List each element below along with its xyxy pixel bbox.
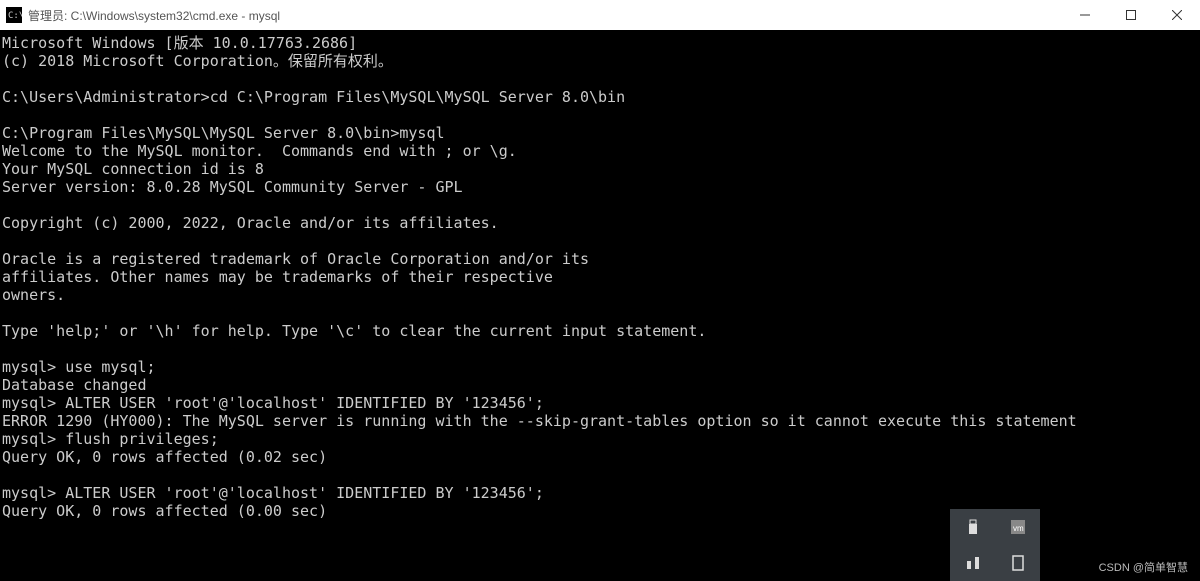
maximize-button[interactable] — [1108, 0, 1154, 30]
terminal-line: mysql> use mysql; — [2, 358, 1198, 376]
terminal-line: Type 'help;' or '\h' for help. Type '\c'… — [2, 322, 1198, 340]
terminal-line — [2, 304, 1198, 322]
watermark: CSDN @简单智慧 — [1099, 559, 1188, 575]
terminal-line — [2, 232, 1198, 250]
terminal-line: mysql> ALTER USER 'root'@'localhost' IDE… — [2, 484, 1198, 502]
window-titlebar: C:\ 管理员: C:\Windows\system32\cmd.exe - m… — [0, 0, 1200, 30]
close-button[interactable] — [1154, 0, 1200, 30]
terminal-line: affiliates. Other names may be trademark… — [2, 268, 1198, 286]
terminal-line: Welcome to the MySQL monitor. Commands e… — [2, 142, 1198, 160]
system-tray: vm — [950, 509, 1040, 581]
svg-text:C:\: C:\ — [8, 11, 22, 21]
svg-text:vm: vm — [1013, 524, 1024, 533]
minimize-button[interactable] — [1062, 0, 1108, 30]
terminal-line: Server version: 8.0.28 MySQL Community S… — [2, 178, 1198, 196]
cmd-icon: C:\ — [6, 7, 22, 23]
terminal-line: Copyright (c) 2000, 2022, Oracle and/or … — [2, 214, 1198, 232]
usb-icon[interactable] — [950, 509, 995, 545]
tray-icon-3[interactable] — [950, 545, 995, 581]
terminal-line: mysql> flush privileges; — [2, 430, 1198, 448]
terminal-line: Microsoft Windows [版本 10.0.17763.2686] — [2, 34, 1198, 52]
terminal-line: C:\Program Files\MySQL\MySQL Server 8.0\… — [2, 124, 1198, 142]
terminal-line: Your MySQL connection id is 8 — [2, 160, 1198, 178]
window-title: 管理员: C:\Windows\system32\cmd.exe - mysql — [28, 7, 1062, 24]
terminal-line: mysql> ALTER USER 'root'@'localhost' IDE… — [2, 394, 1198, 412]
terminal-line — [2, 466, 1198, 484]
terminal-output[interactable]: Microsoft Windows [版本 10.0.17763.2686](c… — [0, 30, 1200, 524]
terminal-line — [2, 70, 1198, 88]
tray-icon-4[interactable] — [995, 545, 1040, 581]
terminal-line: ERROR 1290 (HY000): The MySQL server is … — [2, 412, 1198, 430]
terminal-line: Oracle is a registered trademark of Orac… — [2, 250, 1198, 268]
terminal-line — [2, 106, 1198, 124]
terminal-line: owners. — [2, 286, 1198, 304]
terminal-line: (c) 2018 Microsoft Corporation。保留所有权利。 — [2, 52, 1198, 70]
vm-icon[interactable]: vm — [995, 509, 1040, 545]
terminal-line: Query OK, 0 rows affected (0.02 sec) — [2, 448, 1198, 466]
terminal-line: Database changed — [2, 376, 1198, 394]
window-controls — [1062, 0, 1200, 30]
terminal-line: C:\Users\Administrator>cd C:\Program Fil… — [2, 88, 1198, 106]
terminal-line — [2, 340, 1198, 358]
terminal-line — [2, 196, 1198, 214]
